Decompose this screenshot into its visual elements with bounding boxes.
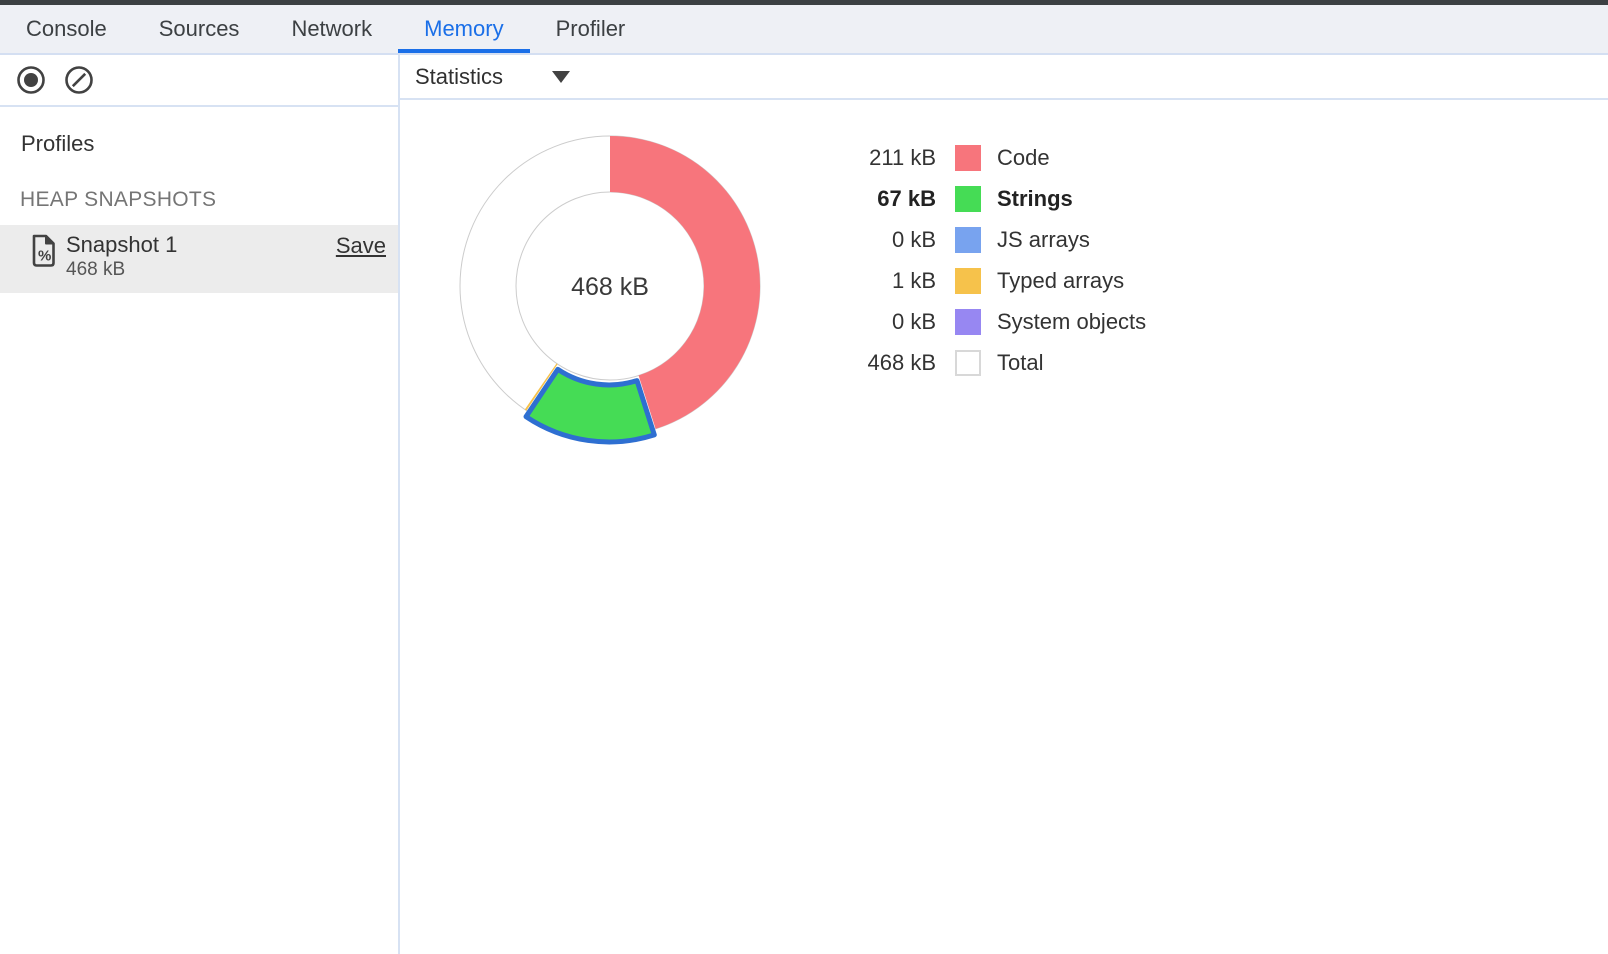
tab-memory[interactable]: Memory — [398, 5, 529, 53]
legend-row-total[interactable]: 468 kB Total — [828, 342, 1146, 383]
legend-swatch — [955, 145, 981, 171]
tab-profiler[interactable]: Profiler — [530, 5, 652, 53]
legend-swatch — [955, 186, 981, 212]
panel-tabbar: ConsoleSourcesNetworkMemoryProfiler — [0, 5, 1608, 55]
legend-row-code[interactable]: 211 kB Code — [828, 137, 1146, 178]
record-heap-snapshot-button[interactable] — [16, 65, 46, 95]
legend-swatch — [955, 227, 981, 253]
clear-icon — [64, 65, 94, 95]
perspective-dropdown-label: Statistics — [415, 64, 503, 90]
legend-label: Strings — [997, 186, 1073, 212]
snapshot-title: Snapshot 1 — [66, 232, 177, 258]
profiles-heading: Profiles — [21, 131, 94, 157]
legend-value: 67 kB — [828, 186, 936, 212]
tab-sources[interactable]: Sources — [133, 5, 266, 53]
perspective-dropdown[interactable]: Statistics — [415, 64, 570, 90]
legend-label: JS arrays — [997, 227, 1090, 253]
legend-row-system-objects[interactable]: 0 kB System objects — [828, 301, 1146, 342]
devtools-window: ConsoleSourcesNetworkMemoryProfiler Stat… — [0, 0, 1608, 954]
profiles-toolbar — [0, 55, 398, 107]
tab-network[interactable]: Network — [265, 5, 398, 53]
legend-value: 468 kB — [828, 350, 936, 376]
legend-label: Code — [997, 145, 1050, 171]
heap-snapshots-section-heading: HEAP SNAPSHOTS — [20, 188, 216, 212]
legend-label: Total — [997, 350, 1043, 376]
chart-legend: 211 kB Code 67 kB Strings 0 kB JS arrays 1 kB T… — [828, 137, 1146, 383]
legend-row-typed-arrays[interactable]: 1 kB Typed arrays — [828, 260, 1146, 301]
svg-text:%: % — [38, 248, 51, 265]
clear-profiles-button[interactable] — [64, 65, 94, 95]
donut-center-total-label: 468 kB — [571, 273, 649, 301]
legend-swatch — [955, 350, 981, 376]
legend-value: 211 kB — [828, 145, 936, 171]
legend-value: 0 kB — [828, 227, 936, 253]
legend-value: 1 kB — [828, 268, 936, 294]
legend-swatch — [955, 309, 981, 335]
legend-row-strings[interactable]: 67 kB Strings — [828, 178, 1146, 219]
heap-snapshot-file-icon: % — [30, 234, 57, 268]
legend-value: 0 kB — [828, 309, 936, 335]
chevron-down-icon — [552, 71, 570, 83]
legend-label: System objects — [997, 309, 1146, 335]
tab-console[interactable]: Console — [0, 5, 133, 53]
record-icon — [16, 65, 46, 95]
snapshot-size: 468 kB — [66, 258, 177, 282]
save-snapshot-link[interactable]: Save — [336, 233, 386, 259]
snapshot-list-item[interactable]: % Snapshot 1 468 kB Save — [0, 225, 398, 293]
legend-row-js-arrays[interactable]: 0 kB JS arrays — [828, 219, 1146, 260]
legend-label: Typed arrays — [997, 268, 1124, 294]
legend-swatch — [955, 268, 981, 294]
heap-statistics-donut-chart: 468 kB — [400, 106, 860, 486]
memory-panel-toolbar: Statistics — [400, 55, 1608, 100]
